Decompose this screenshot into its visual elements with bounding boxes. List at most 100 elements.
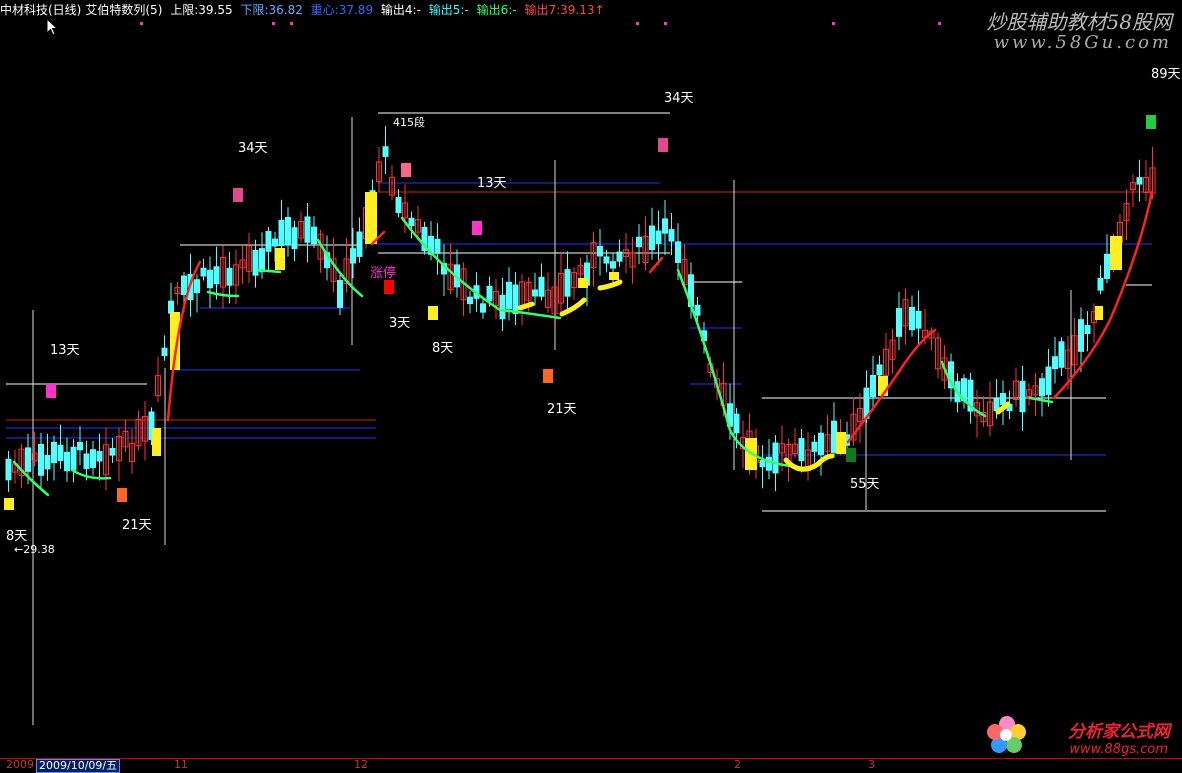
top-signal-dot [140,22,143,25]
label-3-days: 3天 [389,316,411,331]
candle-body [1000,393,1006,406]
label-8-days-left: 8天 [6,529,28,544]
candle-body [538,276,545,297]
trend-line [846,328,937,444]
label-55-days: 55天 [850,477,880,492]
signal-marker [428,306,438,320]
candle-body [25,447,31,472]
candle-body [213,266,220,285]
output4: 输出4:- [380,3,421,17]
candle-body [915,310,922,329]
selected-date-box[interactable]: 2009/10/09/五 [36,759,121,773]
candle-body [811,441,818,452]
candle-body [408,217,415,227]
signal-marker [46,384,56,398]
candle-body [1039,378,1045,397]
highlight-candle [152,428,161,456]
flower-logo-icon [987,716,1026,753]
highlight-candle [836,432,846,454]
candlestick-chart[interactable] [0,0,1182,770]
candle-body [499,294,506,320]
candle-body [83,453,90,469]
highlight-candle [1110,236,1122,270]
candle-body [304,216,311,243]
highlight-candle [4,498,14,510]
candle-body [564,269,571,297]
top-signal-dot [664,22,667,25]
label-34-days-left: 34天 [238,141,268,156]
candle-body [207,269,213,289]
candle-body [285,216,291,246]
candle-body [337,279,343,308]
candle-body [909,307,915,331]
candle-body [434,238,441,254]
axis-month-2: 2 [734,758,741,771]
candle-body [603,256,610,264]
candle-body [96,451,103,462]
output6: 输出6:- [476,3,517,17]
candle-body [480,303,486,313]
candle-body [532,289,538,297]
candle-body [512,284,519,315]
top-signal-dot [938,22,941,25]
label-low-price: ←29.38 [14,543,55,556]
candle-body [200,267,207,277]
label-limit-up: 涨停 [370,266,397,281]
label-21-days-mid: 21天 [547,402,577,417]
trend-line [597,279,623,291]
candle-body [597,245,603,257]
label-13-days-left: 13天 [50,343,80,358]
candle-body [467,296,473,305]
candle-body [870,374,876,398]
candle-body [181,275,187,296]
watermark-88gs-title: 分析家公式网 [1068,722,1170,742]
candle-body [5,458,12,481]
candle-body [616,251,623,262]
center-value: 37.89 [338,3,374,17]
candle-body [798,438,805,462]
output5: 输出5:- [428,3,469,17]
top-signal-dot [290,22,293,25]
signal-marker [233,188,243,202]
candle-body [70,446,77,471]
top-signal-dot [272,22,275,25]
watermark-58gu-url: www.58Gu.com [993,32,1172,53]
candle-body [1058,341,1065,368]
watermark-58gu-title: 炒股辅助教材58股网 [986,10,1172,34]
candle-body [662,218,668,234]
candle-body [272,238,278,247]
indicator-name: 艾伯特数列(5) [85,3,163,17]
watermark-88gs-url: www.88gs.com [1069,742,1168,757]
signal-marker [846,448,856,462]
candle-body [64,451,70,472]
candle-body [291,227,298,249]
mouse-cursor-icon [46,18,58,36]
candle-body [694,304,701,316]
signal-marker [543,369,553,383]
candle-body [356,231,363,257]
candle-body [649,225,655,251]
candle-body [395,197,402,213]
candle-body [1052,356,1058,370]
highlight-candle [275,248,285,270]
label-21-days-left: 21天 [122,518,152,533]
candle-body [109,448,116,456]
candle-body [252,249,259,276]
candle-body [655,230,662,245]
highlight-candle [578,278,588,288]
trend-line [648,256,664,274]
candle-body [226,267,233,286]
upper-label: 上限: [170,3,199,17]
candle-body [610,261,616,269]
candle-body [1084,325,1091,334]
center-label: 重心: [310,3,339,17]
label-13-days-mid: 13天 [477,176,507,191]
trend-line [1052,190,1154,400]
axis-month-3: 3 [868,758,875,771]
signal-marker [1146,115,1156,129]
candle-body [1045,366,1052,395]
candle-body [818,432,824,456]
candle-body [668,229,675,242]
candle-body [382,146,389,157]
date-axis: 2009 2009/10/09/五 11 12 2 3 [0,758,1182,773]
